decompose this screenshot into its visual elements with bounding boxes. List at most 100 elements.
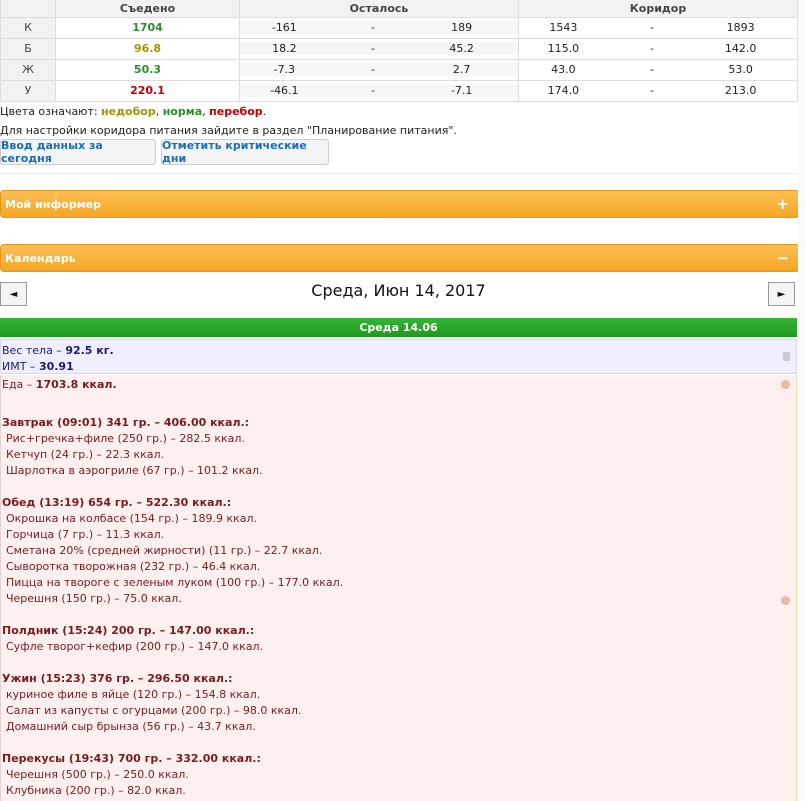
- remaining-to: 2.7: [452, 63, 471, 76]
- edit-food-icon[interactable]: [781, 380, 790, 389]
- remaining-from: -46.1: [270, 84, 299, 97]
- row-key: К: [0, 16, 56, 39]
- food-item: Шарлотка в аэрогриле (67 гр.) – 101.2 кк…: [6, 464, 263, 477]
- informer-panel-header[interactable]: Мой информер +: [0, 190, 800, 218]
- food-item: Суфле творог+кефир (200 гр.) – 147.0 кка…: [6, 640, 264, 653]
- header-corridor: Коридор: [518, 0, 798, 18]
- bmi-line: ИМТ – 30.91: [2, 359, 796, 375]
- calendar-title: Календарь: [5, 251, 76, 265]
- weight-label: Вес тела –: [2, 344, 66, 357]
- food-item: Кетчуп (24 гр.) – 22.3 ккал.: [6, 448, 165, 461]
- remaining-sep: -: [371, 84, 375, 97]
- arrow-right-icon: ►: [777, 288, 786, 300]
- eaten-value: 96.8: [55, 37, 240, 60]
- remaining-from: -161: [271, 21, 297, 34]
- meal-header: Полдник (15:24) 200 гр. – 147.00 ккал.:: [2, 624, 255, 637]
- food-item: Пицца на твороге с зеленым луком (100 гр…: [6, 576, 344, 589]
- corridor-from: 43.0: [551, 63, 576, 76]
- food-item: Черешня (500 гр.) – 250.0 ккал.: [6, 768, 189, 781]
- header-remaining: Осталось: [239, 0, 519, 18]
- meal-header: Обед (13:19) 654 гр. – 522.30 ккал.:: [2, 496, 232, 509]
- enter-today-button[interactable]: Ввод данных за сегодня: [0, 139, 156, 165]
- corridor-to: 213.0: [724, 84, 757, 97]
- remaining-to: 189: [451, 21, 473, 34]
- summary-row: Ж 50.3 -7.3 - 2.7 43.0 - 53.0: [0, 58, 798, 81]
- summary-header-row: Съедено Осталось Коридор: [0, 0, 798, 18]
- nutrition-summary-table: Съедено Осталось Коридор К 1704 -161 - 189 15…: [0, 0, 798, 102]
- remaining-sep: -: [371, 63, 375, 76]
- remaining-range: 18.2 - 45.2: [239, 37, 519, 60]
- calendar-panel-header[interactable]: Календарь −: [0, 244, 800, 272]
- corridor-sep: -: [650, 21, 654, 34]
- corridor-range: 174.0 - 213.0: [518, 79, 798, 102]
- divider: [0, 173, 805, 174]
- corridor-sep: -: [650, 84, 654, 97]
- food-total-label: Еда –: [2, 378, 36, 391]
- weight-value: 92.5 кг.: [65, 344, 114, 357]
- calendar-date: Среда, Июн 14, 2017: [311, 281, 486, 300]
- row-key: Ж: [0, 58, 56, 81]
- corridor-from: 174.0: [547, 84, 580, 97]
- remaining-from: 18.2: [272, 42, 297, 55]
- scrollbar[interactable]: [798, 0, 805, 801]
- meal-header: Ужин (15:23) 376 гр. – 296.50 ккал.:: [2, 672, 233, 685]
- header-eaten: Съедено: [55, 0, 240, 18]
- legend-prefix: Цвета означают:: [0, 105, 102, 118]
- corridor-to: 53.0: [728, 63, 753, 76]
- remaining-sep: -: [371, 21, 375, 34]
- corridor-from: 1543: [549, 21, 578, 34]
- food-item: Домашний сыр брынза (56 гр.) – 43.7 ккал…: [6, 720, 256, 733]
- food-log-box: Еда – 1703.8 ккал. Завтрак (09:01) 341 г…: [0, 375, 797, 801]
- color-legend: Цвета означают: недобор, норма, перебор.: [0, 105, 266, 118]
- food-item: Черешня (150 гр.) – 75.0 ккал.: [6, 592, 182, 605]
- summary-row: К 1704 -161 - 189 1543 - 1893: [0, 16, 798, 39]
- next-day-button[interactable]: ►: [768, 282, 795, 306]
- corridor-range: 1543 - 1893: [518, 16, 798, 39]
- corridor-to: 1893: [726, 21, 755, 34]
- legend-under: недобор: [101, 105, 156, 118]
- remaining-range: -46.1 - -7.1: [239, 79, 519, 102]
- corridor-range: 115.0 - 142.0: [518, 37, 798, 60]
- remaining-to: -7.1: [450, 84, 473, 97]
- weight-line: Вес тела – 92.5 кг.: [2, 343, 796, 359]
- food-item: Окрошка на колбасе (154 гр.) – 189.9 кка…: [6, 512, 258, 525]
- food-item: Рис+гречка+филе (250 гр.) – 282.5 ккал.: [6, 432, 245, 445]
- eaten-value: 50.3: [55, 58, 240, 81]
- edit-meal-icon[interactable]: [781, 596, 790, 605]
- legend-norm: норма: [162, 105, 203, 118]
- summary-row: У 220.1 -46.1 - -7.1 174.0 - 213.0: [0, 79, 798, 102]
- row-key: У: [0, 79, 56, 102]
- expand-icon[interactable]: +: [776, 195, 789, 213]
- remaining-range: -161 - 189: [239, 16, 519, 39]
- legend-over: перебор: [209, 105, 263, 118]
- meal-header: Завтрак (09:01) 341 гр. – 406.00 ккал.:: [2, 416, 250, 429]
- food-item: Салат из капусты с огурцами (200 гр.) – …: [6, 704, 302, 717]
- corridor-sep: -: [650, 42, 654, 55]
- food-item: куриное филе в яйце (120 гр.) – 154.8 кк…: [6, 688, 261, 701]
- bmi-label: ИМТ –: [2, 360, 39, 373]
- food-item: Сметана 20% (средней жирности) (11 гр.) …: [6, 544, 323, 557]
- remaining-range: -7.3 - 2.7: [239, 58, 519, 81]
- eaten-value: 220.1: [55, 79, 240, 102]
- food-total-value: 1703.8 ккал.: [35, 378, 117, 391]
- food-total-line: Еда – 1703.8 ккал.: [2, 378, 117, 391]
- remaining-from: -7.3: [273, 63, 296, 76]
- corridor-range: 43.0 - 53.0: [518, 58, 798, 81]
- corridor-sep: -: [650, 63, 654, 76]
- collapse-icon[interactable]: −: [776, 249, 789, 267]
- legend-end: .: [262, 105, 267, 118]
- mark-critical-days-button[interactable]: Отметить критические дни: [161, 139, 329, 165]
- legend-comma-1: ,: [155, 105, 163, 118]
- eaten-value: 1704: [55, 16, 240, 39]
- corridor-from: 115.0: [547, 42, 580, 55]
- informer-title: Мой информер: [5, 197, 102, 211]
- food-item: Сыворотка творожная (232 гр.) – 46.4 кка…: [6, 560, 261, 573]
- summary-row: Б 96.8 18.2 - 45.2 115.0 - 142.0: [0, 37, 798, 60]
- food-item: Клубника (200 гр.) – 82.0 ккал.: [6, 784, 186, 797]
- food-item: Горчица (7 гр.) – 11.3 ккал.: [6, 528, 165, 541]
- meal-header: Перекусы (19:43) 700 гр. – 332.00 ккал.:: [2, 752, 261, 765]
- trash-icon[interactable]: [783, 352, 790, 361]
- bmi-value: 30.91: [38, 360, 74, 373]
- remaining-sep: -: [371, 42, 375, 55]
- header-key: [0, 0, 56, 18]
